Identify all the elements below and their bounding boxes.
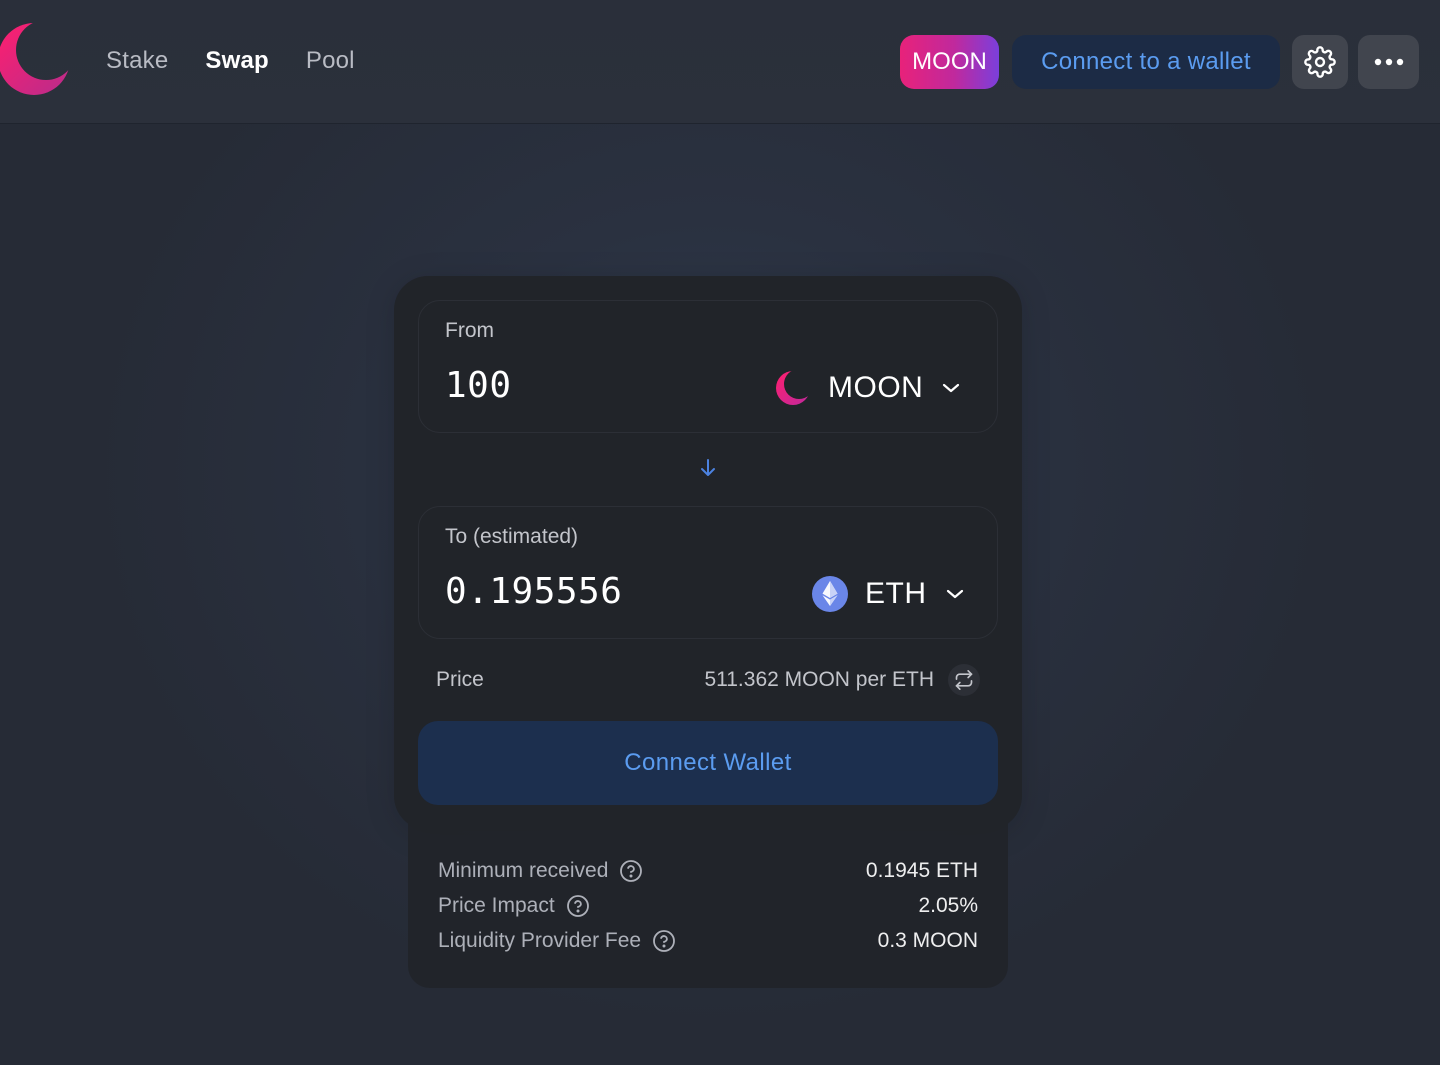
nav-link-pool[interactable]: Pool bbox=[306, 44, 355, 78]
more-options-button[interactable] bbox=[1358, 35, 1419, 89]
swap-card: From 100 MOON To (estimated) 0.195556 ET… bbox=[394, 276, 1022, 830]
to-token-symbol: ETH bbox=[865, 577, 927, 610]
top-header: Stake Swap Pool MOON Connect to a wallet bbox=[0, 0, 1440, 124]
chevron-down-icon bbox=[945, 588, 965, 600]
question-help-icon[interactable] bbox=[619, 859, 643, 883]
price-value: 511.362 MOON per ETH bbox=[704, 668, 934, 691]
moon-token-badge[interactable]: MOON bbox=[900, 35, 999, 89]
connect-wallet-header-button[interactable]: Connect to a wallet bbox=[1012, 35, 1280, 89]
crescent-moon-logo[interactable] bbox=[0, 22, 72, 96]
to-panel: To (estimated) 0.195556 ETH bbox=[418, 506, 998, 639]
gear-icon bbox=[1304, 46, 1336, 78]
detail-value-minimum-received: 0.1945 ETH bbox=[865, 859, 978, 882]
price-row: Price 511.362 MOON per ETH bbox=[436, 664, 980, 696]
detail-row-minimum-received: Minimum received 0.1945 ETH bbox=[438, 856, 978, 886]
detail-label-price-impact: Price Impact bbox=[438, 894, 555, 917]
detail-value-price-impact: 2.05% bbox=[918, 894, 978, 917]
from-token-symbol: MOON bbox=[828, 371, 924, 404]
question-help-icon[interactable] bbox=[566, 894, 590, 918]
more-horizontal-icon bbox=[1373, 57, 1405, 67]
question-help-icon[interactable] bbox=[652, 929, 676, 953]
detail-label-liquidity-fee: Liquidity Provider Fee bbox=[438, 929, 642, 952]
invert-price-icon[interactable] bbox=[948, 664, 980, 696]
connect-wallet-button[interactable]: Connect Wallet bbox=[418, 721, 998, 805]
nav-link-swap[interactable]: Swap bbox=[205, 44, 268, 78]
nav-link-stake[interactable]: Stake bbox=[106, 44, 168, 78]
detail-row-liquidity-fee: Liquidity Provider Fee 0.3 MOON bbox=[438, 926, 978, 956]
from-label: From bbox=[445, 319, 494, 342]
from-panel: From 100 MOON bbox=[418, 300, 998, 433]
main-nav: Stake Swap Pool bbox=[106, 44, 355, 78]
switch-direction-arrow-icon[interactable] bbox=[696, 457, 720, 479]
to-amount-input[interactable]: 0.195556 bbox=[445, 571, 622, 612]
chevron-down-icon bbox=[941, 382, 961, 394]
from-amount-input[interactable]: 100 bbox=[445, 365, 512, 406]
trade-details-panel: Minimum received 0.1945 ETH Price Impact bbox=[408, 820, 1008, 988]
detail-label-minimum-received: Minimum received bbox=[438, 859, 609, 882]
detail-value-liquidity-fee: 0.3 MOON bbox=[877, 929, 978, 952]
moon-token-icon bbox=[775, 370, 811, 406]
to-token-select[interactable]: ETH bbox=[812, 571, 965, 617]
price-label: Price bbox=[436, 668, 484, 691]
eth-token-icon bbox=[812, 576, 848, 612]
detail-row-price-impact: Price Impact 2.05% bbox=[438, 891, 978, 921]
settings-button[interactable] bbox=[1292, 35, 1348, 89]
to-label: To (estimated) bbox=[445, 525, 579, 548]
from-token-select[interactable]: MOON bbox=[775, 365, 961, 411]
